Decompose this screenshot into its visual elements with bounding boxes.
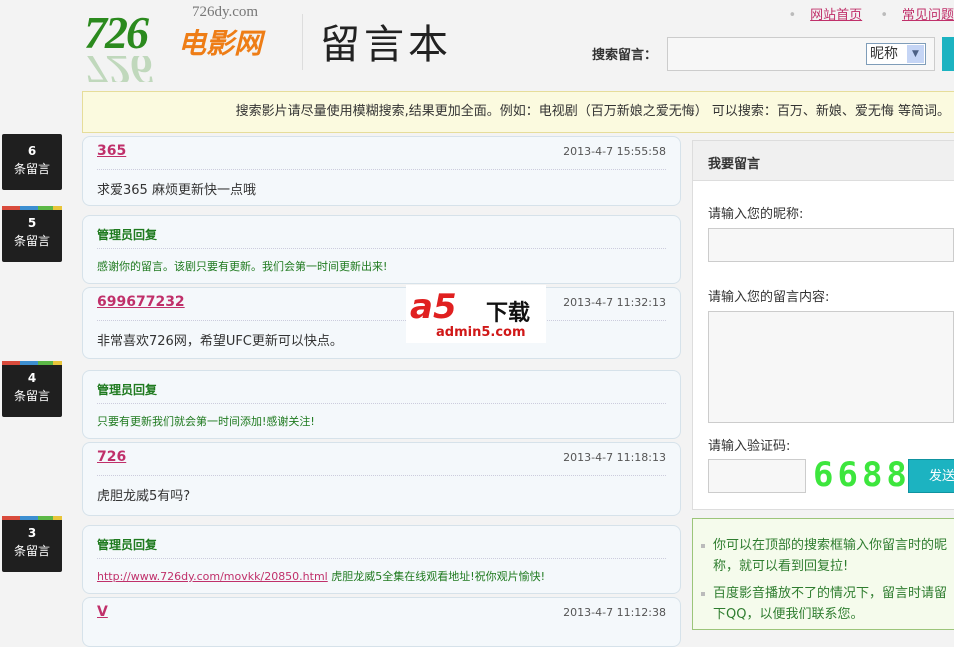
message-text: 虎胆龙威5有吗? — [97, 489, 191, 504]
count-badge: 4 条留言 — [2, 361, 62, 417]
search-type-select[interactable]: 昵称 ▼ — [866, 43, 926, 65]
badge-count: 6 — [27, 144, 37, 158]
chevron-down-icon: ▼ — [907, 45, 924, 63]
reply-text-tail: 虎胆龙威5全集在线观看地址!祝你观片愉快! — [327, 570, 546, 583]
watermark-domain: admin5.com — [436, 325, 526, 340]
tip-item: 你可以在顶部的搜索框输入你留言时的昵称，就可以看到回复拉! — [701, 535, 953, 577]
captcha-label: 请输入验证码: — [708, 439, 791, 454]
content-label: 请输入您的留言内容: — [708, 290, 830, 305]
author-link[interactable]: 365 — [97, 143, 126, 159]
logo-reflection: 726 — [84, 56, 153, 82]
logo-domain: 726dy.com — [192, 4, 259, 20]
admin-reply: 管理员回复只要有更新我们就会第一时间添加!感谢关注! — [82, 370, 681, 439]
timestamp: 2013-4-7 11:12:38 — [563, 606, 666, 619]
message-item: 699677232 2013-4-7 11:32:13 非常喜欢726网，希望UFC… — [82, 287, 681, 359]
timestamp: 2013-4-7 11:18:13 — [563, 451, 666, 464]
nickname-label: 请输入您的昵称: — [708, 207, 804, 222]
timestamp: 2013-4-7 15:55:58 — [563, 145, 666, 158]
badge-count: 4 — [27, 371, 37, 385]
admin-reply: 管理员回复 http://www.726dy.com/movkk/20850.ht… — [82, 525, 681, 594]
watermark-text: 下载 — [486, 301, 531, 326]
message-item: 365 2013-4-7 15:55:58 求爱365 麻烦更新快一点哦 — [82, 136, 681, 206]
badge-count: 3 — [27, 526, 37, 540]
site-logo[interactable]: 726 电影网 726dy.com 726 — [84, 4, 284, 82]
watermark-logo: a5 下载 admin5.com — [406, 285, 546, 343]
reply-text: 只要有更新我们就会第一时间添加!感谢关注! — [97, 415, 315, 428]
search-notice: 搜索影片请尽量使用模糊搜索,结果更加全面。例如：电视剧（百万新娘之爱无悔） 可以… — [82, 91, 954, 133]
faq-link[interactable]: 常见问题 — [902, 8, 954, 23]
reply-text: 感谢你的留言。该剧只要有更新。我们会第一时间更新出来! — [97, 260, 388, 273]
badge-label: 条留言 — [13, 544, 50, 558]
color-strip — [2, 361, 62, 365]
badge-label: 条留言 — [13, 234, 50, 248]
logo-number: 726 — [84, 7, 149, 58]
badge-count: 5 — [27, 216, 37, 230]
badge-label: 条留言 — [13, 389, 50, 403]
count-badge: 3 条留言 — [2, 516, 62, 572]
author-link[interactable]: 699677232 — [97, 294, 185, 310]
author-link[interactable]: 726 — [97, 449, 126, 465]
captcha-image[interactable]: 6688 — [813, 455, 911, 495]
reply-title: 管理员回复 — [97, 383, 158, 397]
reply-title: 管理员回复 — [97, 538, 158, 552]
author-link[interactable]: V — [97, 604, 108, 620]
badge-label: 条留言 — [13, 162, 50, 176]
search-type-value: 昵称 — [870, 46, 898, 62]
header-divider — [302, 14, 303, 70]
color-strip — [2, 516, 62, 520]
reply-title: 管理员回复 — [97, 228, 158, 242]
form-title: 我要留言 — [693, 141, 954, 181]
bullet-icon: • — [788, 8, 797, 23]
message-item: 726 2013-4-7 11:18:13 虎胆龙威5有吗? — [82, 442, 681, 516]
bullet-icon: • — [880, 8, 888, 23]
timestamp: 2013-4-7 11:32:13 — [563, 296, 666, 309]
message-item: V 2013-4-7 11:12:38 — [82, 597, 681, 647]
tips-box: 你可以在顶部的搜索框输入你留言时的昵称，就可以看到回复拉! 百度影音播放不了的情… — [692, 518, 954, 630]
search-button[interactable] — [942, 37, 954, 71]
home-link[interactable]: 网站首页 — [810, 8, 862, 23]
search-label: 搜索留言： — [592, 48, 658, 63]
content-textarea[interactable] — [708, 311, 954, 423]
message-form: 我要留言 请输入您的昵称: 请输入您的留言内容: 请输入验证码: 6688 发送 — [692, 140, 954, 510]
admin-reply: 管理员回复感谢你的留言。该剧只要有更新。我们会第一时间更新出来! — [82, 215, 681, 284]
send-button[interactable]: 发送 — [908, 459, 954, 493]
top-links: • 网站首页 • 常见问题 — [774, 4, 954, 23]
reply-text: http://www.726dy.com/movkk/20850.html 虎胆… — [97, 568, 545, 584]
count-badge: 5 条留言 — [2, 206, 62, 262]
message-text: 非常喜欢726网，希望UFC更新可以快点。 — [97, 334, 343, 349]
tip-item: 百度影音播放不了的情况下，留言时请留下QQ，以便我们联系您。 — [701, 583, 953, 625]
watermark-a5: a5 — [410, 287, 457, 327]
count-badge: 6 条留言 — [2, 134, 62, 190]
reply-link[interactable]: http://www.726dy.com/movkk/20850.html — [97, 570, 328, 583]
captcha-input[interactable] — [708, 459, 806, 493]
nickname-input[interactable] — [708, 228, 954, 262]
color-strip — [2, 206, 62, 210]
message-text: 求爱365 麻烦更新快一点哦 — [97, 183, 256, 198]
page-title: 留言本 — [320, 22, 452, 68]
